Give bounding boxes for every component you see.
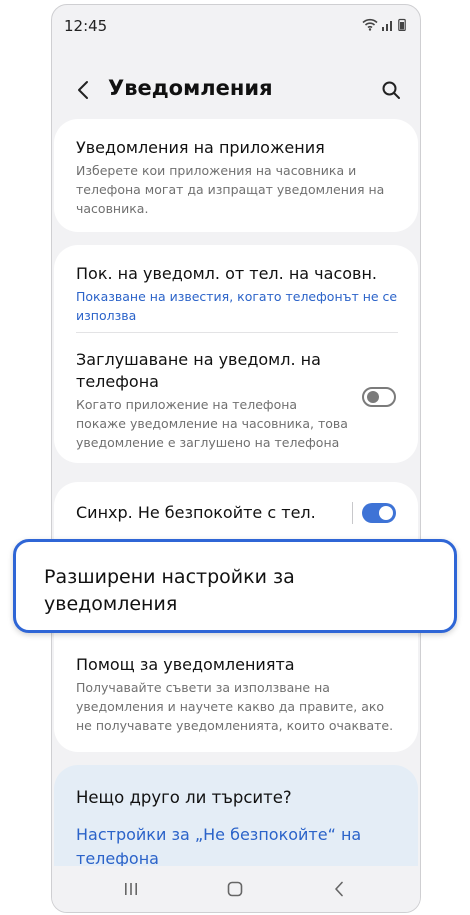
chevron-left-icon (78, 81, 88, 99)
back-icon (335, 881, 343, 897)
mute-phone-notifications-item[interactable]: Заглушаване на уведомл. на телефона Кога… (76, 349, 348, 452)
app-notifications-card[interactable]: Уведомления на приложения Изберете кои п… (54, 119, 418, 232)
app-notifications-item[interactable]: Уведомления на приложения Изберете кои п… (76, 137, 398, 218)
looking-for-section: Нещо друго ли търсите? Настройки за „Не … (76, 787, 398, 871)
show-phone-notifications-title: Пок. на уведомл. от тел. на часовн. (76, 264, 377, 283)
home-button[interactable] (220, 876, 250, 902)
notification-help-title: Помощ за уведомленията (76, 655, 295, 674)
phone-screen: 12:45 Уведомления Уведомления на приложе… (51, 4, 421, 913)
wifi-icon (362, 18, 378, 31)
status-bar: 12:45 (52, 5, 420, 45)
navigation-bar (52, 866, 420, 912)
show-phone-notifications-item[interactable]: Пок. на уведомл. от тел. на часовн. Пока… (76, 263, 398, 325)
status-icons (362, 18, 406, 31)
looking-for-title: Нещо друго ли търсите? (76, 788, 292, 807)
sync-dnd-toggle[interactable] (362, 503, 396, 523)
mute-phone-notifications-description: Когато приложение на телефона покаже уве… (76, 397, 348, 450)
recents-icon (125, 883, 137, 895)
divider (76, 332, 398, 333)
app-bar: Уведомления (52, 65, 420, 115)
home-icon (227, 881, 243, 897)
show-phone-notifications-value: Показване на известия, когато телефонът … (76, 289, 398, 323)
search-button[interactable] (374, 73, 408, 107)
dnd-settings-link[interactable]: Настройки за „Не безпокойте“ на телефона (76, 823, 398, 871)
advanced-notification-settings-label: Разширени настройки за уведомления (44, 566, 295, 615)
battery-icon (398, 18, 406, 31)
toggle-knob (367, 391, 379, 403)
page-title: Уведомления (108, 76, 273, 100)
recents-button[interactable] (116, 876, 146, 902)
notification-help-description: Получавайте съвети за използване на увед… (76, 680, 394, 733)
vertical-separator (352, 502, 353, 524)
status-time: 12:45 (64, 17, 108, 35)
advanced-notification-settings-highlight[interactable]: Разширени настройки за уведомления (13, 539, 457, 633)
app-notifications-title: Уведомления на приложения (76, 138, 325, 157)
nav-back-button[interactable] (324, 876, 354, 902)
signal-icon (382, 21, 392, 31)
sync-dnd-item[interactable]: Синхр. Не безпокойте с тел. (76, 502, 398, 524)
notification-help-item[interactable]: Помощ за уведомленията Получавайте съвет… (76, 654, 398, 735)
mute-phone-notifications-toggle[interactable] (362, 387, 396, 407)
search-icon (382, 81, 400, 99)
toggle-knob (379, 506, 393, 520)
mute-phone-notifications-title: Заглушаване на уведомл. на телефона (76, 350, 321, 391)
app-notifications-description: Изберете кои приложения на часовника и т… (76, 163, 385, 216)
sync-dnd-title: Синхр. Не безпокойте с тел. (76, 503, 316, 522)
back-button[interactable] (68, 73, 98, 107)
phone-notifications-card: Пок. на уведомл. от тел. на часовн. Пока… (54, 245, 418, 463)
